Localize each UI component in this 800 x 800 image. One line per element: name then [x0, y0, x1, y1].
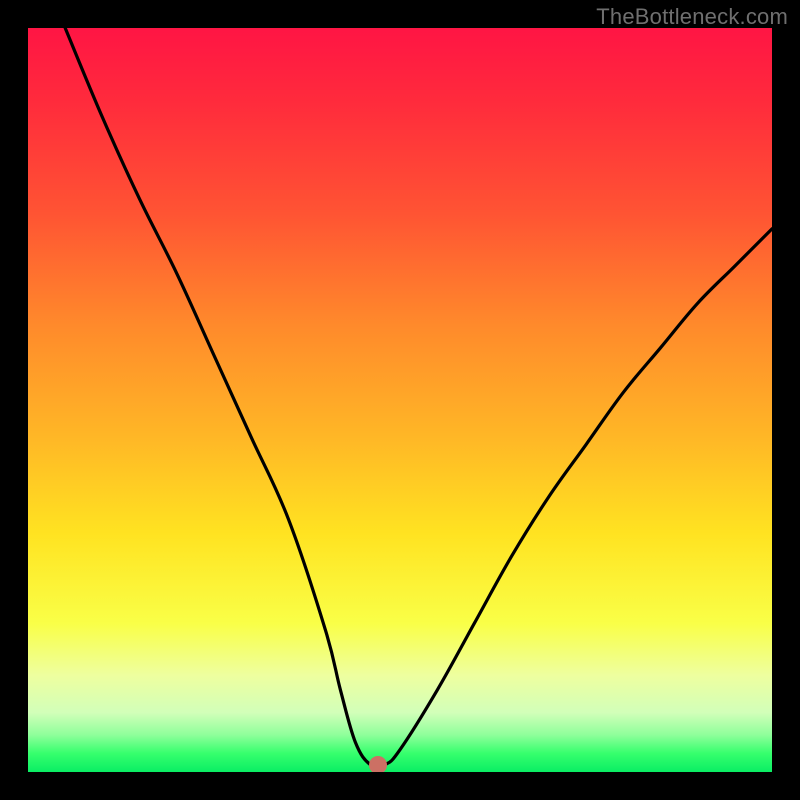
- bottleneck-curve: [65, 28, 772, 767]
- curve-svg: [28, 28, 772, 772]
- plot-area: [28, 28, 772, 772]
- optimal-point-marker: [369, 756, 387, 772]
- watermark-text: TheBottleneck.com: [596, 4, 788, 30]
- chart-frame: TheBottleneck.com: [0, 0, 800, 800]
